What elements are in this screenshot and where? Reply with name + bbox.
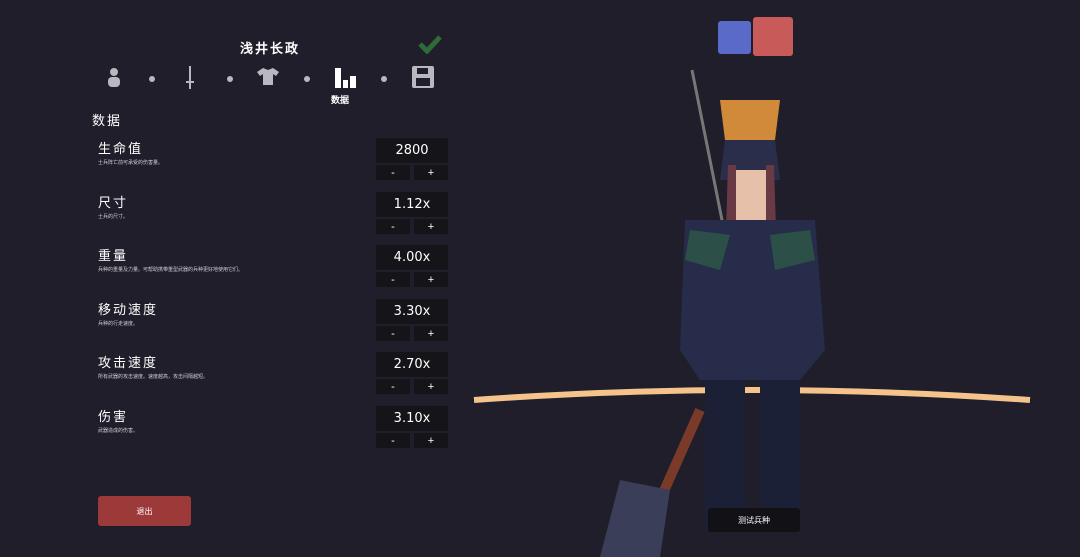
- section-title: 数据: [92, 114, 123, 129]
- stat-row: 尺寸 士兵的尺寸。 1.12x - +: [98, 192, 450, 242]
- test-unit-button[interactable]: 测试兵种: [708, 508, 800, 532]
- face: [732, 170, 770, 220]
- increase-button[interactable]: +: [414, 272, 448, 287]
- decrease-button[interactable]: -: [376, 326, 410, 341]
- editor-steps: 数据: [100, 66, 440, 106]
- shirt-icon: [257, 68, 279, 85]
- step-clothing[interactable]: [257, 66, 279, 90]
- step-dot: [149, 76, 155, 82]
- step-weapon[interactable]: [186, 66, 194, 94]
- decrease-button[interactable]: -: [376, 272, 410, 287]
- unit-name: 浅井长政: [239, 42, 300, 57]
- increase-button[interactable]: +: [414, 433, 448, 448]
- stat-row: 移动速度 兵种的行走速度。 3.30x - +: [98, 299, 450, 349]
- step-label: 数据: [331, 96, 350, 106]
- step-dot: [304, 76, 310, 82]
- team-blue-button[interactable]: [718, 21, 751, 54]
- stat-value[interactable]: 2800: [376, 138, 448, 163]
- step-save[interactable]: [412, 66, 434, 92]
- stat-row: 攻击速度 所有武器的攻击速度。速度越高，攻击间隔越短。 2.70x - +: [98, 352, 450, 402]
- stat-value[interactable]: 1.12x: [376, 192, 448, 217]
- stat-row: 伤害 武器造成的伤害。 3.10x - +: [98, 406, 450, 456]
- stats-icon: [335, 68, 356, 88]
- decrease-button[interactable]: -: [376, 433, 410, 448]
- helmet-crest: [720, 100, 780, 140]
- increase-button[interactable]: +: [414, 219, 448, 234]
- step-stats[interactable]: 数据: [331, 66, 357, 106]
- save-icon: [412, 66, 434, 88]
- increase-button[interactable]: +: [414, 379, 448, 394]
- stat-row: 生命值 士兵阵亡前可承受的伤害量。 2800- +: [98, 138, 450, 188]
- sword-icon: [186, 66, 194, 89]
- exit-button[interactable]: 退出: [98, 496, 191, 526]
- step-dot: [227, 76, 233, 82]
- stat-value[interactable]: 4.00x: [376, 245, 448, 270]
- decrease-button[interactable]: -: [376, 379, 410, 394]
- increase-button[interactable]: +: [414, 165, 448, 180]
- range-ring: [473, 387, 1031, 403]
- step-person[interactable]: [107, 66, 121, 92]
- decrease-button[interactable]: -: [376, 219, 410, 234]
- decrease-button[interactable]: -: [376, 165, 410, 180]
- team-red-button[interactable]: [753, 17, 793, 56]
- person-icon: [108, 68, 120, 87]
- stat-value[interactable]: 3.30x: [376, 299, 448, 324]
- confirm-check-icon[interactable]: [418, 34, 442, 54]
- hammer: [600, 480, 670, 557]
- step-dot: [381, 76, 387, 82]
- stat-row: 重量 兵种的重量及力量。可帮助携带重型武器的兵种更好地使用它们。 4.00x - +: [98, 245, 450, 295]
- stat-value[interactable]: 2.70x: [376, 352, 448, 377]
- stat-value[interactable]: 3.10x: [376, 406, 448, 431]
- increase-button[interactable]: +: [414, 326, 448, 341]
- unit-preview: [473, 69, 1031, 557]
